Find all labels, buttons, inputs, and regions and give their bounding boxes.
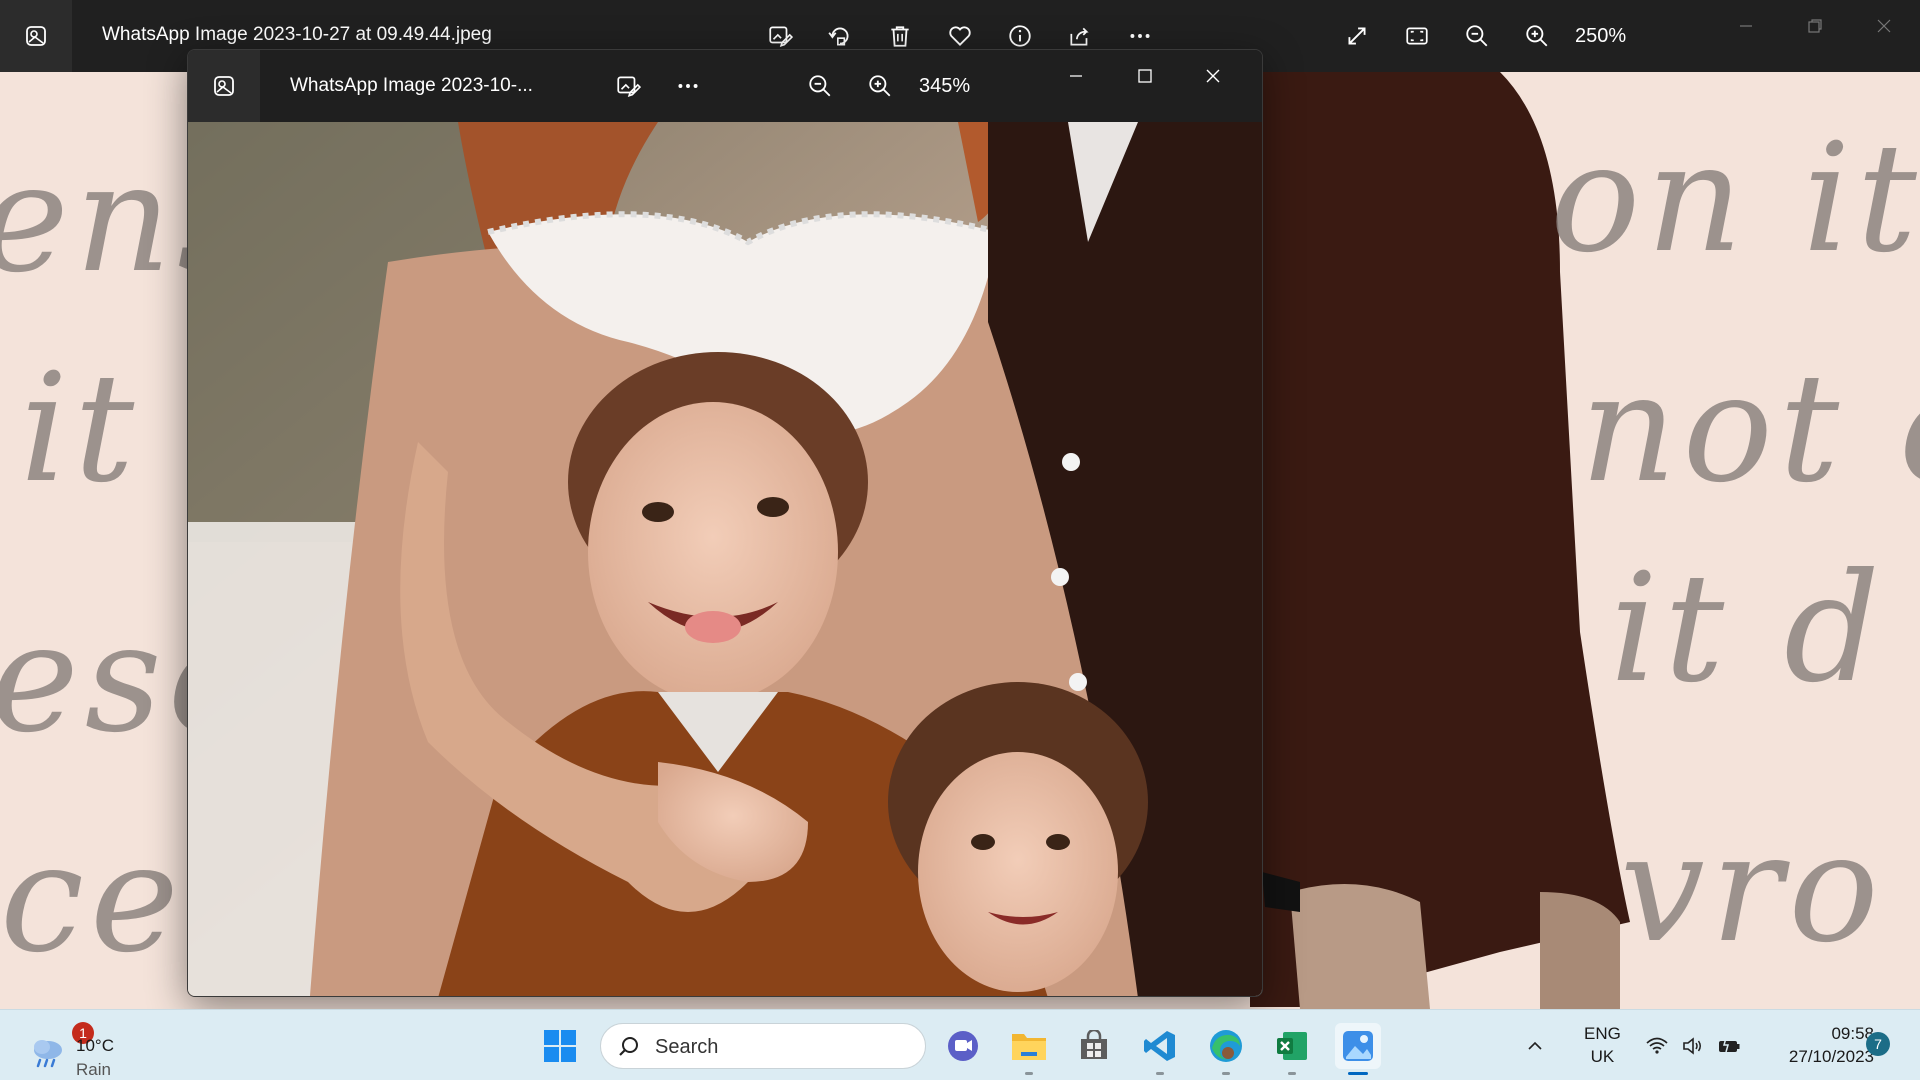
edge-button[interactable] — [1203, 1023, 1249, 1075]
fullscreen-icon[interactable] — [1337, 16, 1377, 56]
restore-button[interactable] — [1785, 8, 1845, 44]
running-indicator — [1156, 1072, 1164, 1075]
store-button[interactable] — [1071, 1023, 1117, 1069]
folder-icon — [1012, 1034, 1046, 1060]
script-word: it d — [1610, 542, 1886, 716]
vscode-button[interactable] — [1137, 1023, 1183, 1075]
clock[interactable]: 09:58 27/10/2023 — [1760, 1022, 1874, 1068]
inner-window-title: WhatsApp Image 2023-10-... — [290, 75, 533, 96]
script-word: ce — [0, 812, 185, 986]
photo-viewport[interactable] — [188, 122, 1262, 996]
active-indicator — [1348, 1072, 1368, 1075]
edit-image-icon[interactable] — [608, 66, 648, 106]
running-indicator — [1222, 1072, 1230, 1075]
running-indicator — [1288, 1072, 1296, 1075]
weather-temperature: 10°C — [76, 1036, 114, 1055]
script-word: it — [20, 342, 141, 516]
notification-badge[interactable]: 7 — [1866, 1032, 1890, 1056]
more-icon[interactable] — [668, 66, 708, 106]
inner-photos-window[interactable]: WhatsApp Image 2023-10-... 345% — [187, 49, 1263, 997]
script-word: not o — [1580, 342, 1920, 516]
script-word: vro — [1620, 802, 1885, 976]
search-placeholder: Search — [655, 1036, 719, 1058]
fit-window-icon[interactable] — [1397, 16, 1437, 56]
photos-app-icon — [0, 0, 72, 72]
store-icon — [1081, 1030, 1107, 1059]
start-button[interactable] — [537, 1023, 583, 1069]
excel-icon — [1277, 1032, 1307, 1060]
zoom-in-icon[interactable] — [1517, 16, 1557, 56]
file-explorer-button[interactable] — [1006, 1023, 1052, 1075]
wifi-icon[interactable] — [1640, 1023, 1674, 1069]
zoom-in-icon[interactable] — [860, 66, 900, 106]
family-photo — [188, 122, 1262, 996]
search-icon — [619, 1037, 638, 1056]
zoom-out-icon[interactable] — [1457, 16, 1497, 56]
maximize-button[interactable] — [1115, 58, 1175, 94]
language-indicator[interactable]: ENG UK — [1584, 1022, 1621, 1068]
window-title: WhatsApp Image 2023-10-27 at 09.49.44.jp… — [102, 24, 492, 45]
inner-titlebar: WhatsApp Image 2023-10-... 345% — [188, 50, 1262, 122]
weather-widget[interactable]: 1 10°C Rain — [26, 1022, 136, 1079]
volume-icon[interactable] — [1676, 1023, 1710, 1069]
clock-date: 27/10/2023 — [1788, 1047, 1874, 1066]
keyboard-layout: UK — [1590, 1047, 1615, 1066]
clock-time: 09:58 — [1831, 1024, 1874, 1043]
rain-cloud-icon — [34, 1040, 62, 1068]
vscode-icon — [1144, 1031, 1175, 1061]
running-indicator — [1025, 1072, 1033, 1075]
edge-icon — [1210, 1030, 1242, 1062]
zoom-out-icon[interactable] — [800, 66, 840, 106]
zoom-level[interactable]: 250% — [1575, 25, 1626, 48]
taskbar: 1 10°C Rain Search ENG UK 09:58 27/10/20… — [0, 1009, 1920, 1080]
script-word: on it — [1550, 112, 1920, 286]
language-code: ENG — [1584, 1024, 1621, 1043]
weather-condition: Rain — [76, 1060, 111, 1079]
windows-logo-icon — [544, 1030, 576, 1062]
photos-button[interactable] — [1335, 1023, 1381, 1075]
excel-button[interactable] — [1269, 1023, 1315, 1075]
teams-icon — [948, 1031, 978, 1061]
close-button[interactable] — [1854, 8, 1914, 44]
photos-app-icon — [188, 50, 260, 122]
chevron-up-icon — [1528, 1041, 1542, 1050]
taskbar-search[interactable]: Search — [600, 1023, 926, 1069]
photos-icon — [1343, 1031, 1373, 1061]
minimize-button[interactable] — [1716, 8, 1776, 44]
zoom-level[interactable]: 345% — [919, 75, 970, 98]
battery-icon[interactable] — [1712, 1023, 1746, 1069]
show-hidden-icons-button[interactable] — [1520, 1023, 1550, 1069]
teams-chat-button[interactable] — [940, 1023, 986, 1069]
minimize-button[interactable] — [1046, 58, 1106, 94]
close-button[interactable] — [1183, 58, 1243, 94]
